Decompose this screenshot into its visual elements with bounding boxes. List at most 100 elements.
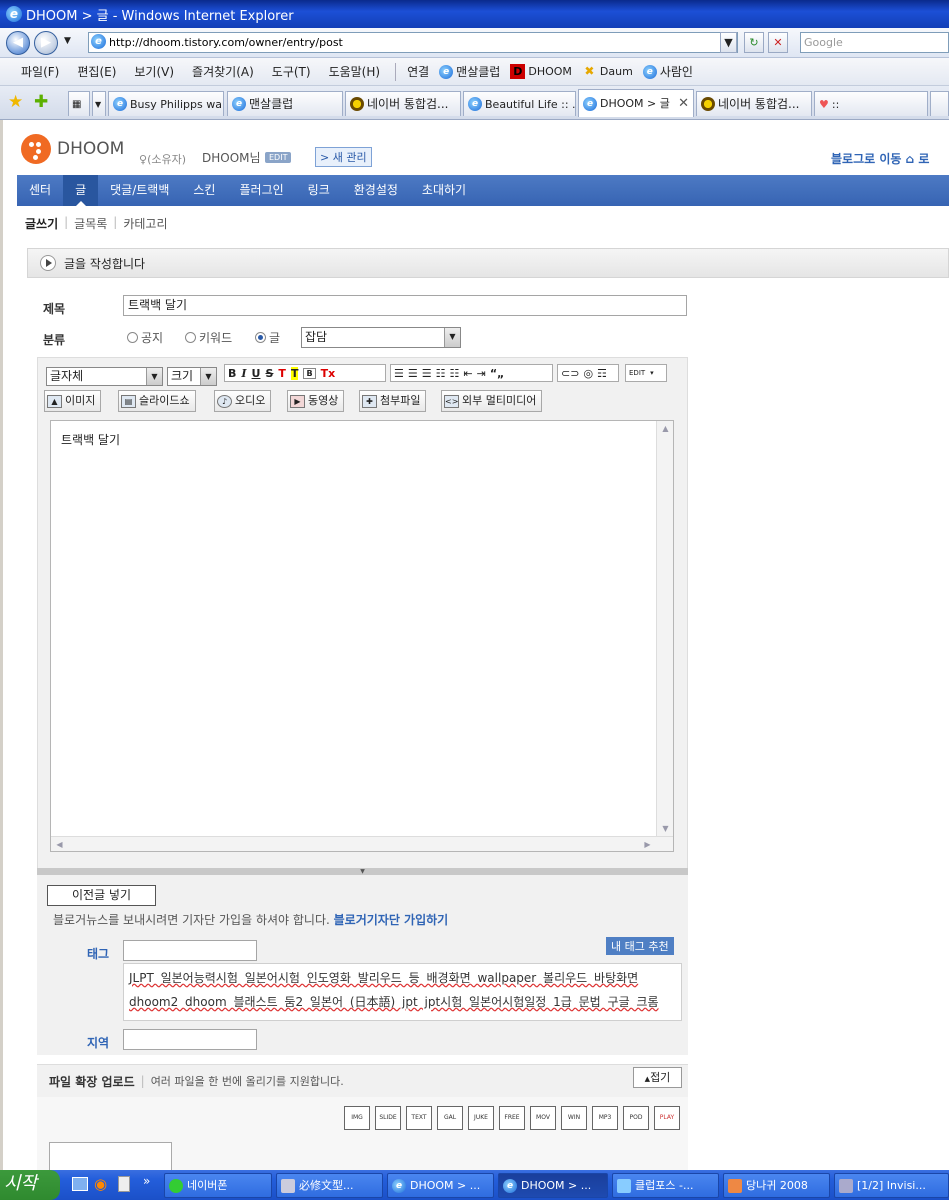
editor-body[interactable]: 트랙백 달기 ▲ ▼ ◀ ▶ xyxy=(50,420,674,852)
blog-logo[interactable]: DHOOM xyxy=(21,134,124,164)
radio-keyword[interactable]: 키워드 xyxy=(185,329,232,346)
box-button[interactable]: B xyxy=(303,367,316,379)
task-invisible[interactable]: [1/2] Invisi... xyxy=(834,1173,949,1198)
strike-button[interactable]: S xyxy=(265,367,273,380)
menu-edit[interactable]: 편집(E) xyxy=(68,63,125,80)
insert-slideshow-button[interactable]: ▤ 슬라이드쇼 xyxy=(118,390,196,412)
task-donkey[interactable]: 당나귀 2008 xyxy=(723,1173,830,1198)
outdent-icon[interactable]: ⇤ xyxy=(463,367,472,380)
back-button[interactable]: ◀ xyxy=(6,31,30,55)
radio-post[interactable]: 글 xyxy=(255,329,280,346)
bullet-list-icon[interactable]: ☷ xyxy=(436,367,446,380)
notepad-icon[interactable] xyxy=(118,1176,130,1192)
link-daum[interactable]: ✖ Daum xyxy=(577,64,638,79)
tab-naver-1[interactable]: 네이버 통합검... xyxy=(345,91,461,116)
tag-input[interactable] xyxy=(123,940,257,961)
task-dhoom-2[interactable]: e DHOOM > ... xyxy=(498,1173,608,1198)
forward-button[interactable]: ▶ xyxy=(34,31,58,55)
task-clubforce[interactable]: 클럽포스 -... xyxy=(612,1173,719,1198)
firefox-icon[interactable]: ◉ xyxy=(94,1175,107,1193)
nav-plugin[interactable]: 플러그인 xyxy=(227,175,295,206)
address-dropdown-icon[interactable]: ▼ xyxy=(720,32,737,53)
scroll-down-icon[interactable]: ▼ xyxy=(657,821,674,836)
upload-file-box[interactable] xyxy=(49,1142,172,1170)
underline-button[interactable]: U xyxy=(252,367,261,380)
nav-center[interactable]: 센터 xyxy=(17,175,63,206)
indent-icon[interactable]: ⇥ xyxy=(477,367,486,380)
media-mp3-icon[interactable]: MP3 xyxy=(592,1106,618,1130)
nav-link[interactable]: 링크 xyxy=(296,175,342,206)
tag-recommend-button[interactable]: 내 태그 추천 xyxy=(606,937,674,955)
reporter-join-link[interactable]: 블로거기자단 가입하기 xyxy=(334,913,449,927)
quick-tabs-icon[interactable]: ▦ xyxy=(68,91,90,116)
new-tab-button[interactable] xyxy=(930,91,949,116)
address-input[interactable]: e http://dhoom.tistory.com/owner/entry/p… xyxy=(88,32,738,53)
task-dhoom-1[interactable]: e DHOOM > ... xyxy=(387,1173,494,1198)
history-dropdown-icon[interactable]: ▼ xyxy=(64,36,71,46)
tab-busy-philipps[interactable]: e Busy Philipps wa... xyxy=(108,91,224,116)
link-saramin[interactable]: e 사람인 xyxy=(638,63,698,80)
new-manage-button[interactable]: > 새 관리 xyxy=(315,147,372,167)
vertical-scrollbar[interactable]: ▲ ▼ xyxy=(656,421,673,851)
font-select[interactable]: 글자체 ▼ xyxy=(46,367,163,386)
nav-comments[interactable]: 댓글/트랙백 xyxy=(98,175,181,206)
category-select[interactable]: 잡담 ▼ xyxy=(301,327,461,348)
subnav-list[interactable]: 글목록 xyxy=(74,215,107,232)
show-desktop-icon[interactable] xyxy=(72,1177,88,1191)
align-left-icon[interactable]: ☰ xyxy=(394,367,404,380)
insert-file-button[interactable]: ✚ 첨부파일 xyxy=(359,390,427,412)
edit-mode-toggle[interactable]: EDIT ▾ xyxy=(625,364,667,382)
media-podcast-icon[interactable]: POD xyxy=(623,1106,649,1130)
tab-dhoom-active[interactable]: e DHOOM > 글 ✕ xyxy=(578,89,694,117)
menu-help[interactable]: 도움말(H) xyxy=(320,63,390,80)
insert-previous-post-button[interactable]: 이전글 넣기 xyxy=(47,885,156,906)
go-to-blog-link[interactable]: 블로그로 이동 ⌂ 로 xyxy=(831,150,929,167)
media-gallery-icon[interactable]: GAL xyxy=(437,1106,463,1130)
stop-icon[interactable]: ✕ xyxy=(768,32,788,53)
bg-color-button[interactable]: T xyxy=(290,366,299,380)
tab-mansal[interactable]: e 맨살클럽 xyxy=(227,91,343,116)
tab-beautiful-life[interactable]: e Beautiful Life :: ... xyxy=(463,91,576,116)
nav-posts[interactable]: 글 xyxy=(63,175,99,206)
font-color-button[interactable]: T xyxy=(278,367,286,380)
more-quicklaunch-icon[interactable]: » xyxy=(143,1174,150,1188)
insert-image-button[interactable]: ▲ 이미지 xyxy=(44,390,102,412)
menu-tools[interactable]: 도구(T) xyxy=(263,63,320,80)
nav-invite[interactable]: 초대하기 xyxy=(410,175,478,206)
edit-profile-badge[interactable]: EDIT xyxy=(265,152,292,163)
location-input[interactable] xyxy=(123,1029,257,1050)
size-select[interactable]: 크기 ▼ xyxy=(167,367,217,386)
subnav-category[interactable]: 카테고리 xyxy=(123,215,167,232)
media-text-icon[interactable]: TEXT xyxy=(406,1106,432,1130)
italic-button[interactable]: I xyxy=(241,367,246,380)
bold-button[interactable]: B xyxy=(228,367,236,380)
media-slide-icon[interactable]: SLIDE xyxy=(375,1106,401,1130)
scroll-up-icon[interactable]: ▲ xyxy=(657,421,674,436)
insert-audio-button[interactable]: ♪ 오디오 xyxy=(214,390,272,412)
media-play-icon[interactable]: PLAY xyxy=(654,1106,680,1130)
search-input[interactable]: Google xyxy=(800,32,949,53)
media-movie-icon[interactable]: MOV xyxy=(530,1106,556,1130)
task-word[interactable]: 必修文型... xyxy=(276,1173,383,1198)
nav-settings[interactable]: 환경설정 xyxy=(342,175,410,206)
menu-view[interactable]: 보기(V) xyxy=(125,63,183,80)
nav-skin[interactable]: 스킨 xyxy=(181,175,227,206)
scroll-left-icon[interactable]: ◀ xyxy=(51,837,68,852)
number-list-icon[interactable]: ☷ xyxy=(450,367,460,380)
clear-format-button[interactable]: Tx xyxy=(321,367,336,380)
media-free-icon[interactable]: FREE xyxy=(499,1106,525,1130)
align-center-icon[interactable]: ☰ xyxy=(408,367,418,380)
close-tab-icon[interactable]: ✕ xyxy=(678,92,689,115)
tab-list-icon[interactable]: ▼ xyxy=(92,91,106,116)
subnav-write[interactable]: 글쓰기 xyxy=(25,215,58,232)
menu-file[interactable]: 파일(F) xyxy=(12,63,68,80)
link-icon[interactable]: ⊂⊃ xyxy=(561,367,579,380)
tag-suggestions[interactable]: JLPT 일본어능력시험 일본어시험 인도영화 발리우드 등 배경화면 wall… xyxy=(123,963,682,1021)
refresh-icon[interactable]: ↻ xyxy=(744,32,764,53)
media-image-icon[interactable]: IMG xyxy=(344,1106,370,1130)
target-icon[interactable]: ◎ xyxy=(583,367,593,380)
add-favorite-icon[interactable]: ✚ xyxy=(34,92,48,112)
task-naverphone[interactable]: 네이버폰 xyxy=(164,1173,272,1198)
scroll-right-icon[interactable]: ▶ xyxy=(639,837,656,852)
tab-other[interactable]: ♥:: xyxy=(814,91,928,116)
